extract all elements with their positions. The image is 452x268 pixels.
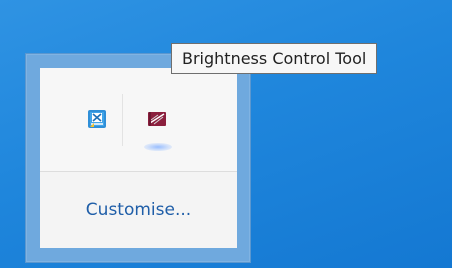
notification-overflow-flyout: Customise...: [25, 53, 251, 263]
icon-separator: [122, 94, 123, 146]
selected-icon-glow: [144, 143, 172, 151]
excel-sync-icon[interactable]: [86, 108, 108, 130]
hidden-icons-area: [40, 68, 237, 172]
brightness-control-icon[interactable]: [146, 108, 168, 130]
icon-tooltip: Brightness Control Tool: [171, 43, 378, 74]
notification-overflow-panel: Customise...: [40, 68, 237, 248]
desktop-background: Customise... Brightness Control Tool: [0, 0, 452, 268]
customise-link[interactable]: Customise...: [40, 172, 237, 248]
